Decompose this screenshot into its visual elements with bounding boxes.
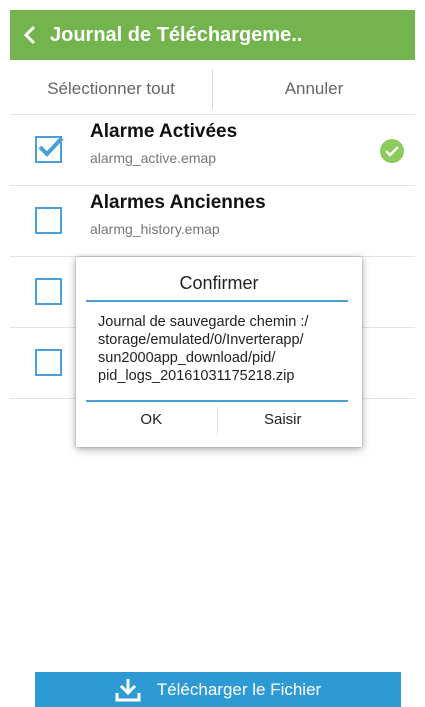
dialog-message-line: storage/emulated/0/Inverterapp/	[98, 332, 304, 348]
file-name: alarmg_history.emap	[90, 221, 220, 237]
dialog-message: Journal de sauvegarde chemin :/ storage/…	[98, 313, 348, 385]
confirm-dialog: Confirmer Journal de sauvegarde chemin :…	[76, 257, 362, 447]
checkbox[interactable]	[35, 278, 62, 305]
ok-button[interactable]: OK	[86, 405, 217, 439]
dialog-title-divider	[86, 300, 348, 302]
selection-action-bar: Sélectionner tout Annuler	[10, 64, 415, 115]
checkbox[interactable]	[35, 207, 62, 234]
list-item[interactable]: Alarmes Anciennes alarmg_history.emap	[10, 186, 415, 257]
dialog-message-line: Journal de sauvegarde chemin :/	[98, 314, 309, 330]
select-all-button[interactable]: Sélectionner tout	[10, 79, 212, 99]
dialog-title: Confirmer	[179, 273, 259, 293]
file-title: Alarme Activées	[90, 121, 238, 142]
download-file-button[interactable]: Télécharger le Fichier	[35, 672, 401, 707]
check-circle-icon	[380, 139, 404, 163]
app-header: Journal de Téléchargeme..	[10, 10, 415, 60]
dialog-button-divider	[86, 400, 348, 402]
dialog-message-line: pid_logs_20161031175218.zip	[98, 368, 295, 384]
open-button[interactable]: Saisir	[218, 405, 349, 439]
file-name: alarmg_active.emap	[90, 150, 217, 166]
dialog-message-line: sun2000app_download/pid/	[98, 350, 276, 366]
cancel-button[interactable]: Annuler	[213, 79, 415, 99]
file-title: Alarmes Anciennes	[90, 192, 266, 213]
download-icon	[115, 678, 141, 702]
checkbox-checked[interactable]	[35, 136, 64, 163]
dialog-buttons: OK Saisir	[86, 405, 348, 439]
download-label: Télécharger le Fichier	[156, 679, 322, 699]
chevron-left-icon[interactable]	[10, 10, 50, 60]
page-title: Journal de Téléchargeme..	[50, 23, 303, 46]
list-item[interactable]: Alarme Activées alarmg_active.emap	[10, 115, 415, 186]
checkbox[interactable]	[35, 349, 62, 376]
